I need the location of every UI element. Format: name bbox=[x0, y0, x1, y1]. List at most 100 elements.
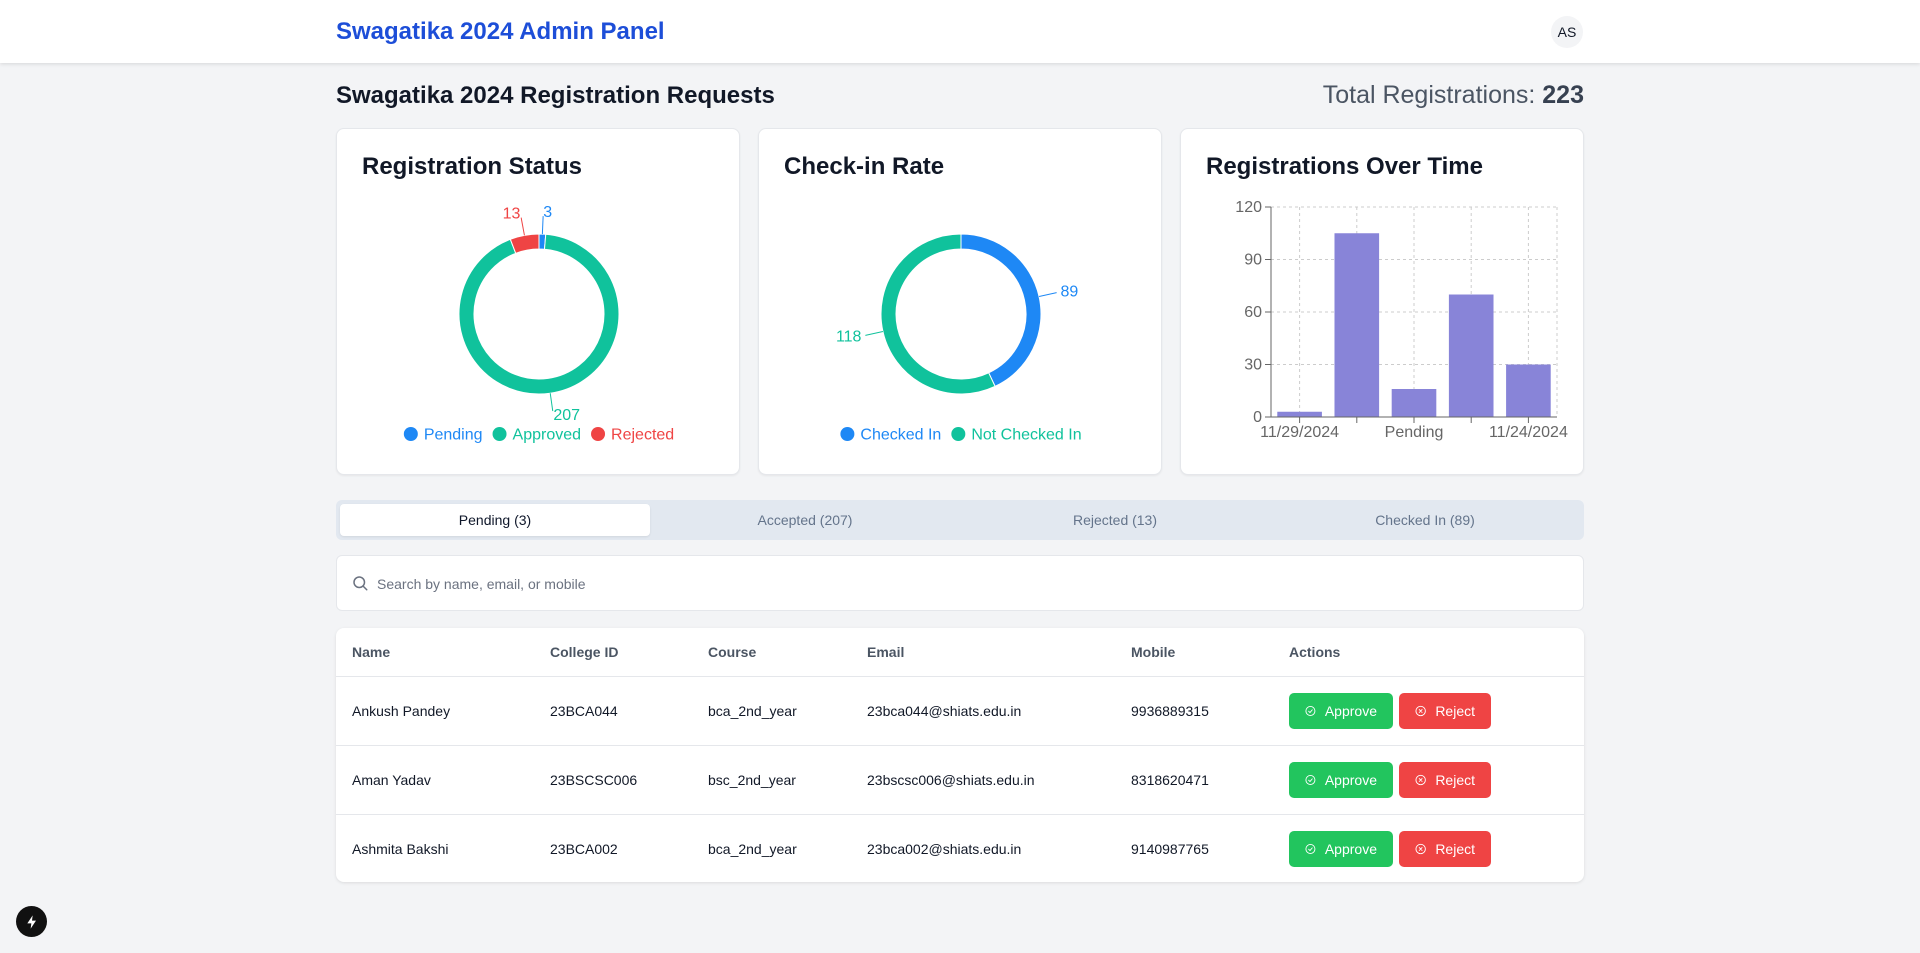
column-header-mobile: Mobile bbox=[1115, 628, 1273, 677]
x-tick-label: Pending bbox=[1385, 424, 1444, 441]
data-label: 118 bbox=[836, 328, 862, 345]
legend-label: Pending bbox=[424, 427, 483, 444]
cell-mobile: 9936889315 bbox=[1115, 676, 1273, 746]
approve-label: Approve bbox=[1324, 702, 1377, 719]
y-tick-label: 60 bbox=[1244, 304, 1262, 321]
approve-button[interactable]: Approve bbox=[1289, 692, 1393, 729]
page-title: Swagatika 2024 Registration Requests bbox=[336, 82, 775, 109]
bar-5 bbox=[1506, 364, 1551, 417]
data-label-leader bbox=[1038, 292, 1057, 298]
cell-name: Ankush Pandey bbox=[336, 676, 534, 746]
cell-name: Aman Yadav bbox=[336, 745, 534, 815]
legend-label: Not Checked In bbox=[971, 427, 1081, 444]
cell-actions: Approve Reject bbox=[1273, 814, 1584, 882]
cell-actions: Approve Reject bbox=[1273, 745, 1584, 815]
brand-title[interactable]: Swagatika 2024 Admin Panel bbox=[336, 18, 665, 46]
table-row: Aman Yadav 23BSCSC006 bsc_2nd_year 23bsc… bbox=[336, 745, 1584, 815]
column-header-college-id: College ID bbox=[534, 628, 692, 677]
tab-pending[interactable]: Pending (3) bbox=[340, 504, 650, 536]
cell-mobile: 9140987765 bbox=[1131, 840, 1209, 857]
reject-button[interactable]: Reject bbox=[1399, 692, 1491, 729]
pie-slice-checked-in bbox=[960, 233, 1042, 388]
cell-actions: Approve Reject bbox=[1273, 676, 1584, 746]
search-box bbox=[336, 555, 1584, 611]
legend-swatch bbox=[951, 427, 966, 441]
legend-swatch bbox=[840, 427, 855, 441]
registration-status-card: 3 207 13 Pending Approved Rejected Registrati… bbox=[336, 128, 740, 475]
legend-swatch bbox=[591, 427, 606, 441]
checkin-rate-chart: 89 118 Checked In Not Checked In bbox=[836, 233, 1082, 444]
status-tabs: Pending (3) Accepted (207) Rejected (13)… bbox=[336, 500, 1584, 540]
registration-status-chart: 3 207 13 Pending Approved Rejected bbox=[403, 204, 674, 444]
cell-email: 23bca002@shiats.edu.in bbox=[867, 840, 1022, 857]
column-header-email: Email bbox=[851, 628, 1115, 677]
cell-email: 23bscsc006@shiats.edu.in bbox=[851, 745, 1115, 815]
search-icon bbox=[353, 576, 368, 591]
lightning-icon bbox=[26, 914, 36, 929]
legend-item-pending: Pending bbox=[403, 427, 483, 444]
total-label: Total Registrations: bbox=[1322, 81, 1536, 109]
cell-course: bsc_2nd_year bbox=[692, 745, 851, 815]
approve-label: Approve bbox=[1324, 840, 1377, 857]
card-title: Check-in Rate bbox=[784, 153, 945, 180]
bar-2 bbox=[1334, 233, 1380, 417]
bar-1 bbox=[1277, 411, 1322, 417]
cell-college-id: 23BCA044 bbox=[534, 676, 692, 746]
x-circle-icon bbox=[1415, 774, 1426, 785]
reject-button[interactable]: Reject bbox=[1399, 761, 1491, 798]
cell-mobile: 8318620471 bbox=[1115, 745, 1273, 815]
y-tick-label: 90 bbox=[1244, 252, 1262, 269]
search-input[interactable] bbox=[377, 564, 1567, 604]
column-header-actions: Actions bbox=[1273, 628, 1584, 677]
dev-tools-badge[interactable] bbox=[16, 906, 47, 937]
x-tick-label: 11/24/2024 bbox=[1489, 424, 1568, 441]
data-label: 207 bbox=[553, 407, 580, 424]
cell-college-id: 23BCA002 bbox=[550, 840, 618, 857]
data-label-leader bbox=[520, 217, 525, 236]
cell-course: bca_2nd_year bbox=[708, 840, 797, 857]
approve-button[interactable]: Approve bbox=[1289, 761, 1393, 798]
cell-course: bca_2nd_year bbox=[692, 676, 851, 746]
legend-swatch bbox=[492, 427, 507, 441]
x-tick-label: 11/29/2024 bbox=[1260, 424, 1339, 441]
legend-label: Rejected bbox=[611, 427, 674, 444]
checkin-rate-card: 89 118 Checked In Not Checked In Check-in R… bbox=[758, 128, 1162, 475]
pie-slice-approved bbox=[458, 233, 620, 395]
legend-item-approved: Approved bbox=[492, 427, 581, 444]
reject-label: Reject bbox=[1435, 840, 1475, 857]
tab-checked-in[interactable]: Checked In (89) bbox=[1270, 504, 1580, 536]
cell-college-id: 23BSCSC006 bbox=[534, 745, 692, 815]
reject-label: Reject bbox=[1435, 702, 1475, 719]
card-title: Registration Status bbox=[362, 153, 583, 180]
cell-name: Ashmita Bakshi bbox=[352, 840, 449, 857]
registrations-over-time-chart: 030609012011/29/2024 Pending 11/24/2024 bbox=[1235, 199, 1568, 441]
table-row: Ankush Pandey 23BCA044 bca_2nd_year 23bc… bbox=[336, 676, 1584, 746]
tab-accepted[interactable]: Accepted (207) bbox=[650, 504, 960, 536]
check-circle-icon bbox=[1305, 843, 1316, 854]
legend-swatch bbox=[403, 427, 418, 441]
data-label-leader bbox=[865, 330, 884, 336]
bar-3 bbox=[1391, 389, 1437, 417]
x-circle-icon bbox=[1415, 843, 1426, 854]
total-value: 223 bbox=[1542, 81, 1584, 109]
y-tick-label: 120 bbox=[1235, 199, 1262, 216]
approve-button[interactable]: Approve bbox=[1289, 830, 1393, 867]
top-navbar: Swagatika 2024 Admin Panel AS bbox=[0, 0, 1920, 63]
reject-button[interactable]: Reject bbox=[1399, 830, 1491, 867]
legend-item-rejected: Rejected bbox=[591, 427, 674, 444]
data-label: 13 bbox=[503, 206, 521, 223]
table-header-row: Name College ID Course Email Mobile Acti… bbox=[336, 628, 1584, 677]
registrations-table: Name College ID Course Email Mobile Acti… bbox=[336, 628, 1584, 882]
tab-rejected[interactable]: Rejected (13) bbox=[960, 504, 1270, 536]
approve-label: Approve bbox=[1324, 771, 1377, 788]
registrations-over-time-card: 0 30 60 90 120 11/29/2024 Pending 11/24/2024 Re… bbox=[1180, 128, 1584, 475]
user-avatar[interactable]: AS bbox=[1551, 16, 1583, 48]
legend-item-not-checked-in: Not Checked In bbox=[951, 427, 1082, 444]
legend-label: Checked In bbox=[860, 427, 941, 444]
data-label: 89 bbox=[1061, 284, 1079, 301]
reject-label: Reject bbox=[1435, 771, 1475, 788]
x-circle-icon bbox=[1415, 705, 1426, 716]
total-registrations: Total Registrations: 223 bbox=[1323, 81, 1584, 110]
pie-slice-not-checked-in bbox=[880, 233, 996, 395]
bar-4 bbox=[1448, 294, 1494, 417]
